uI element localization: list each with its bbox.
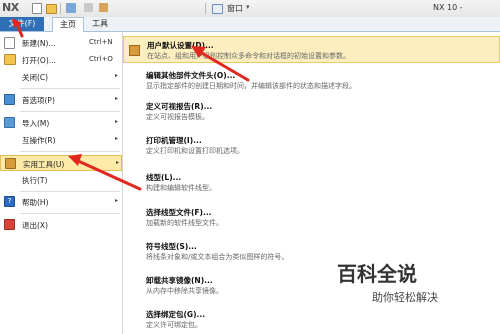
submenu-item-title: 编辑其他部件文件头(O)...	[146, 71, 236, 80]
submenu-item-edit-part-header[interactable]: 编辑其他部件文件头(O)... 显示指定部件的创建日期和时间，并编辑该部件的状态…	[123, 67, 500, 94]
submenu-item-desc: 显示指定部件的创建日期和时间，并编辑该部件的状态和描述字段。	[146, 82, 356, 90]
toolbar-separator	[60, 3, 61, 14]
submenu-item-unload-shared-image[interactable]: 卸载共享镜像(N)... 从内存中移除共享镜像。	[123, 272, 500, 299]
submenu-item-desc: 定义可视报告模板。	[146, 113, 209, 121]
menu-item-exit[interactable]: 退出(X)	[0, 218, 122, 232]
submenu-item-desc: 定义许可绑定包。	[146, 321, 202, 329]
menu-item-execute[interactable]: 执行(T) ▸	[0, 173, 122, 187]
submenu-item-symbol-font[interactable]: 符号线型(S)... 将线条对象和/或文本组合为类似图样的符号。	[123, 238, 500, 265]
help-icon: ?	[4, 196, 15, 207]
title-bar: NX 窗口 ▾ NX 10 -	[0, 0, 500, 18]
import-icon	[4, 117, 15, 128]
menu-item-preferences[interactable]: 首选项(P) ▸	[0, 93, 122, 107]
menu-separator	[20, 213, 120, 214]
menu-item-help[interactable]: ? 帮助(H) ▸	[0, 195, 122, 209]
submenu-item-visual-report[interactable]: 定义可视报告(R)... 定义可视报告模板。	[123, 98, 500, 125]
menu-item-label: 互操作(R)	[22, 136, 56, 145]
utilities-submenu: 用户默认设置(D)... 在站点、组和用户级别控制众多命令和对话框的初始设置和参…	[123, 32, 500, 334]
menu-separator	[20, 111, 120, 112]
user-defaults-icon	[129, 45, 140, 56]
window-dropdown-icon[interactable]: ▾	[246, 3, 250, 11]
submenu-arrow-icon: ▸	[115, 175, 119, 182]
menu-item-label: 新建(N)...	[22, 39, 56, 48]
watermark-logo: 百科全说	[337, 262, 417, 286]
menu-separator	[20, 191, 120, 192]
toolbar-separator	[205, 3, 206, 14]
exit-icon	[4, 219, 15, 230]
new-file-icon	[4, 37, 15, 49]
open-folder-icon	[4, 54, 16, 65]
open-icon[interactable]	[46, 4, 57, 14]
submenu-item-title: 定义可视报告(R)...	[146, 102, 213, 111]
window-menu-label[interactable]: 窗口	[227, 3, 243, 14]
submenu-arrow-icon: ▸	[116, 159, 120, 166]
utilities-icon	[5, 158, 16, 169]
submenu-item-title: 选择线型文件(F)...	[146, 208, 212, 217]
redo-icon[interactable]	[99, 3, 108, 12]
menu-separator	[20, 88, 120, 89]
submenu-item-desc: 将线条对象和/或文本组合为类似图样的符号。	[146, 253, 289, 261]
submenu-item-title: 符号线型(S)...	[146, 242, 197, 251]
menu-item-label: 关闭(C)	[22, 73, 49, 82]
menu-item-interop[interactable]: 互操作(R) ▸	[0, 133, 122, 147]
app-title: NX 10 -	[433, 3, 463, 12]
tab-file[interactable]: 文件(F)	[0, 17, 44, 31]
shortcut-label: Ctrl+N	[89, 38, 113, 46]
menu-item-label: 导入(M)	[22, 119, 50, 128]
watermark-subtitle: 助你轻松解决	[372, 291, 438, 304]
submenu-arrow-icon: ▸	[115, 135, 119, 142]
menu-item-close[interactable]: 关闭(C) ▸	[0, 70, 122, 84]
menu-item-label: 实用工具(U)	[23, 160, 65, 169]
menu-item-import[interactable]: 导入(M) ▸	[0, 116, 122, 130]
window-icon[interactable]	[212, 4, 223, 14]
submenu-arrow-icon: ▸	[115, 118, 119, 125]
preferences-icon	[4, 94, 15, 105]
submenu-item-desc: 定义打印机和设置打印机选项。	[146, 147, 244, 155]
tab-tools[interactable]: 工具	[88, 17, 112, 31]
menu-item-new[interactable]: 新建(N)... Ctrl+N	[0, 36, 122, 50]
tab-home[interactable]: 主页	[52, 17, 84, 32]
submenu-item-title: 卸载共享镜像(N)...	[146, 276, 213, 285]
submenu-item-title: 打印机管理(I)...	[146, 136, 202, 145]
submenu-arrow-icon: ▸	[115, 197, 119, 204]
save-icon[interactable]	[66, 3, 76, 13]
submenu-item-line-font[interactable]: 线型(L)... 构建和编辑软件线型。	[123, 169, 500, 196]
shortcut-label: Ctrl+O	[89, 55, 113, 63]
menu-item-open[interactable]: 打开(O)... Ctrl+O	[0, 53, 122, 67]
menu-item-label: 执行(T)	[22, 176, 48, 185]
nx-logo: NX	[2, 1, 19, 14]
submenu-arrow-icon: ▸	[115, 72, 119, 79]
submenu-item-desc: 构建和编辑软件线型。	[146, 184, 216, 192]
menu-item-utilities[interactable]: 实用工具(U) ▸	[0, 155, 122, 171]
submenu-item-title: 线型(L)...	[146, 173, 182, 182]
ribbon-tab-bar: 文件(F) 主页 工具	[0, 17, 500, 32]
submenu-item-select-font-file[interactable]: 选择线型文件(F)... 加载新的软件线型文件。	[123, 204, 500, 231]
menu-item-label: 打开(O)...	[22, 56, 56, 65]
submenu-item-desc: 在站点、组和用户级别控制众多命令和对话框的初始设置和参数。	[147, 52, 350, 60]
submenu-item-user-defaults[interactable]: 用户默认设置(D)... 在站点、组和用户级别控制众多命令和对话框的初始设置和参…	[123, 36, 500, 63]
undo-icon[interactable]	[84, 3, 93, 12]
menu-item-label: 退出(X)	[22, 221, 48, 230]
new-icon[interactable]	[32, 3, 42, 14]
menu-item-label: 帮助(H)	[22, 198, 49, 207]
submenu-item-desc: 从内存中移除共享镜像。	[146, 287, 223, 295]
menu-separator	[20, 151, 120, 152]
submenu-item-desc: 加载新的软件线型文件。	[146, 219, 223, 227]
submenu-item-select-bundle[interactable]: 选择绑定包(G)... 定义许可绑定包。	[123, 306, 500, 333]
submenu-item-printer-admin[interactable]: 打印机管理(I)... 定义打印机和设置打印机选项。	[123, 132, 500, 159]
submenu-item-title: 用户默认设置(D)...	[147, 41, 214, 50]
submenu-arrow-icon: ▸	[115, 95, 119, 102]
submenu-item-title: 选择绑定包(G)...	[146, 310, 206, 319]
file-menu: 新建(N)... Ctrl+N 打开(O)... Ctrl+O 关闭(C) ▸ …	[0, 32, 123, 334]
menu-item-label: 首选项(P)	[22, 96, 55, 105]
